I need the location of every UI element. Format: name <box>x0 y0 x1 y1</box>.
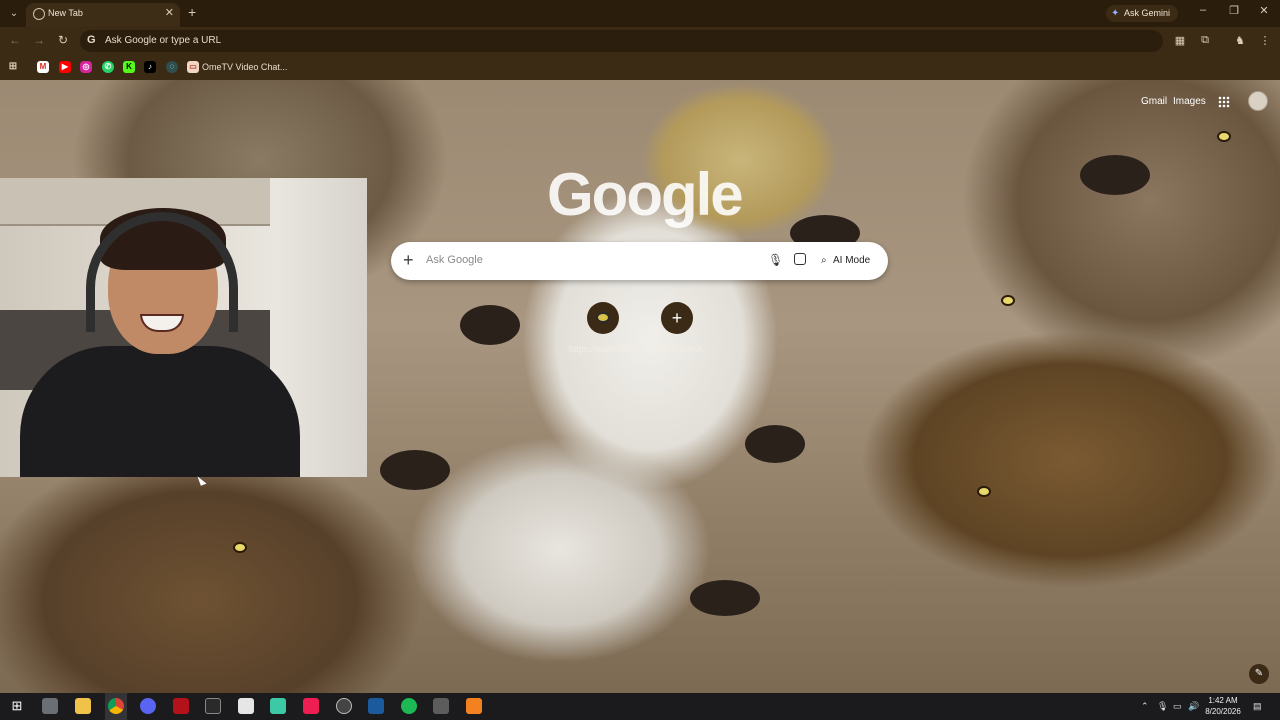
chrome-favicon-icon <box>33 8 45 20</box>
ai-search-icon: ⌕ <box>821 255 827 266</box>
wallpaper-wolf-nose <box>745 425 805 463</box>
windows-taskbar: ⊞ ⌃ 🎙 ▭ 🔊 1:42 AM 8/20/2026 ▤ <box>0 693 1280 720</box>
reload-icon[interactable]: ↻ <box>55 33 71 47</box>
clock-date: 8/20/2026 <box>1205 707 1241 716</box>
tiktok-bookmark-icon[interactable]: ♪ <box>144 61 156 73</box>
chrome-taskbar-icon[interactable] <box>108 698 124 714</box>
google-lens-icon[interactable] <box>794 253 806 265</box>
kick-bookmark-icon[interactable]: K <box>123 61 135 73</box>
browser-toolbar: ← → ↻ G Ask Google or type a URL ▦ ⧉ ♞ ⋮ <box>0 27 1280 56</box>
app-icon[interactable] <box>173 698 189 714</box>
wallpaper-wolf-nose <box>380 450 450 490</box>
minimize-icon[interactable]: – <box>1188 4 1218 16</box>
file-explorer-icon[interactable] <box>75 698 91 714</box>
volume-icon[interactable]: 🔊 <box>1188 701 1199 712</box>
notification-icon[interactable]: ▤ <box>1253 701 1262 712</box>
app-icon[interactable] <box>270 698 286 714</box>
clock-time: 1:42 AM <box>1208 696 1238 705</box>
gmail-link[interactable]: Gmail <box>1141 96 1167 107</box>
tab-search-chevron-icon[interactable]: ⌄ <box>6 6 22 22</box>
wallpaper-wolf-eye <box>979 488 989 495</box>
wallpaper-wolf-eye <box>1003 297 1013 304</box>
ask-gemini-label: Ask Gemini <box>1124 8 1171 18</box>
gemini-sparkle-icon: ✦ <box>1111 8 1120 19</box>
ometv-bookmark-icon[interactable]: ▭ <box>187 61 199 73</box>
add-attachment-icon[interactable]: + <box>403 250 414 271</box>
tiktok-app-icon[interactable] <box>303 698 319 714</box>
whatsapp-bookmark-icon[interactable]: ✆ <box>102 61 114 73</box>
new-tab-button[interactable]: + <box>188 4 196 20</box>
tab-title: New Tab <box>48 8 83 18</box>
app-icon[interactable] <box>42 698 58 714</box>
shortcut-tile[interactable]: https://www.me... <box>563 302 643 358</box>
app-icon[interactable] <box>433 698 449 714</box>
omnibox-placeholder: Ask Google or type a URL <box>105 35 222 46</box>
wallpaper-wolf-eye <box>235 544 245 551</box>
tray-chevron-icon[interactable]: ⌃ <box>1141 701 1149 712</box>
instagram-bookmark-icon[interactable]: ◎ <box>80 61 92 73</box>
wallpaper-wolf-nose <box>690 580 760 616</box>
obs-icon[interactable] <box>336 698 352 714</box>
apps-grid-icon[interactable]: ⊞ <box>7 61 19 73</box>
microphone-icon[interactable]: 🎙 <box>768 253 783 267</box>
extensions-icon[interactable]: ⧉ <box>1198 34 1212 47</box>
cloudflare-icon[interactable] <box>466 698 482 714</box>
app-icon[interactable] <box>238 698 254 714</box>
forward-arrow-icon[interactable]: → <box>31 33 47 47</box>
site-favicon-icon <box>596 312 610 323</box>
plus-icon: + <box>661 302 693 334</box>
add-shortcut-tile[interactable]: + Add shortcut <box>637 302 717 358</box>
account-avatar[interactable] <box>1248 91 1268 111</box>
ometv-bookmark-label[interactable]: OmeTV Video Chat... <box>202 62 287 72</box>
gmail-bookmark-icon[interactable]: M <box>37 61 49 73</box>
bookmarks-bar: ⊞ M ▶ ◎ ✆ K ♪ ◌ ▭ OmeTV Video Chat... <box>0 56 1280 80</box>
ai-mode-label: AI Mode <box>833 255 871 266</box>
close-window-icon[interactable]: ✕ <box>1249 4 1279 17</box>
customize-pencil-icon[interactable]: ✎ <box>1249 664 1269 684</box>
network-icon[interactable]: ▭ <box>1173 701 1182 712</box>
wallpaper-wolf-nose <box>1080 155 1150 195</box>
menu-kebab-icon[interactable]: ⋮ <box>1258 34 1272 47</box>
google-g-icon: G <box>87 34 96 46</box>
wallpaper-wolf-nose <box>460 305 520 345</box>
images-link[interactable]: Images <box>1173 96 1206 107</box>
tab-strip: ⌄ New Tab ✕ + ✦ Ask Gemini – ❐ ✕ <box>0 0 1280 27</box>
search-placeholder: Ask Google <box>426 254 483 266</box>
webcam-overlay <box>0 178 367 477</box>
ask-gemini-button[interactable]: ✦ Ask Gemini <box>1106 5 1178 22</box>
profile-icon[interactable]: ♞ <box>1233 34 1247 47</box>
youtube-bookmark-icon[interactable]: ▶ <box>59 61 71 73</box>
tray-mic-icon[interactable]: 🎙 <box>1157 701 1168 712</box>
restore-icon[interactable]: ❐ <box>1219 4 1249 17</box>
ntp-search-box[interactable]: + Ask Google 🎙 ⌕ AI Mode <box>391 242 888 280</box>
ai-mode-button[interactable]: ⌕ AI Mode <box>819 251 881 271</box>
discord-icon[interactable] <box>140 698 156 714</box>
google-apps-icon[interactable] <box>1218 96 1230 108</box>
qr-code-icon[interactable]: ▦ <box>1173 34 1187 47</box>
taskbar-clock[interactable]: 1:42 AM 8/20/2026 <box>1200 695 1246 717</box>
add-shortcut-label: Add shortcut <box>651 344 703 354</box>
back-arrow-icon[interactable]: ← <box>7 33 23 47</box>
omnibox[interactable]: G Ask Google or type a URL <box>80 30 1163 52</box>
steam-icon[interactable] <box>368 698 384 714</box>
globe-bookmark-icon[interactable]: ◌ <box>166 61 178 73</box>
tab-new-tab[interactable]: New Tab ✕ <box>26 3 180 27</box>
shortcut-label: https://www.me... <box>568 344 638 354</box>
close-tab-icon[interactable]: ✕ <box>165 6 174 19</box>
epic-games-icon[interactable] <box>205 698 221 714</box>
windows-start-icon[interactable]: ⊞ <box>9 698 25 714</box>
webcam-person-body <box>20 346 300 477</box>
wallpaper-wolf-eye <box>1219 133 1229 140</box>
google-logo: Google <box>547 161 744 228</box>
spotify-icon[interactable] <box>401 698 417 714</box>
